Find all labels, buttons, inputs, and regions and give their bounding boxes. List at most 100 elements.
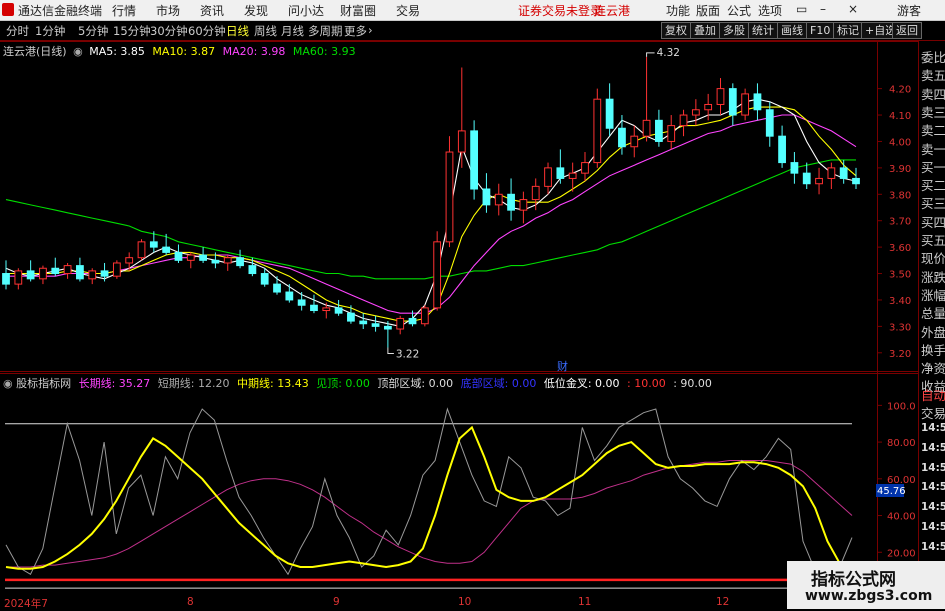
period-60min[interactable]: 60分钟 — [188, 23, 226, 39]
period-monthly[interactable]: 月线 — [281, 23, 304, 39]
date-label-dec: 12 — [716, 596, 730, 608]
price-tick-label: 4.20 — [889, 85, 911, 96]
mid-line — [5, 425, 853, 570]
high-price-label: 4.32 — [657, 47, 680, 59]
indicator-tick-label: 80.00 — [887, 438, 916, 449]
candle — [26, 260, 35, 282]
candle — [741, 88, 750, 121]
huaxian-button[interactable]: 画线 — [777, 22, 807, 39]
candle — [359, 313, 368, 330]
tick-time: 14:56 — [921, 481, 945, 494]
candle — [88, 268, 97, 285]
short-line — [5, 407, 853, 576]
price-tick-label: 3.80 — [889, 190, 911, 201]
candle — [420, 305, 429, 327]
duogu-button[interactable]: 多股 — [719, 22, 749, 39]
price-tick-label: 3.90 — [889, 164, 911, 175]
chart-area[interactable]: 4.20 4.10 4.00 3.90 3.80 3.70 3.60 3.50 3.40 3.30… — [0, 41, 918, 597]
candle — [519, 191, 528, 224]
candle — [137, 239, 146, 261]
menu-wenxiaoda[interactable]: 问小达 — [288, 2, 324, 19]
quote-panel: 委比 卖五 卖四 卖三 卖二 卖一 买一 买二 买三 买四 买五 现价 涨跌 涨幅 总量 外盘 换手 净资 收益 自动… — [918, 41, 945, 581]
tongji-button[interactable]: 统计 — [748, 22, 778, 39]
menu-gongneng[interactable]: 功能 — [666, 2, 690, 19]
minimize-icon[interactable]: – — [820, 2, 826, 16]
menu-zixun[interactable]: 资讯 — [200, 2, 224, 19]
tab-auto[interactable]: 自动 — [921, 385, 945, 404]
candle — [334, 299, 343, 316]
candle — [14, 268, 23, 290]
candle — [556, 149, 565, 184]
period-daily[interactable]: 日线 — [226, 23, 249, 39]
candle — [433, 231, 442, 311]
more-chevron-icon[interactable]: › — [368, 23, 373, 37]
candle — [790, 152, 799, 184]
tick-time: 14:56 — [921, 540, 945, 553]
candle — [691, 99, 700, 126]
fuquan-button[interactable]: 复权 — [661, 22, 691, 39]
menu-gongshi[interactable]: 公式 — [727, 2, 751, 19]
tick-time: 14:56 — [921, 441, 945, 454]
tab-trade[interactable]: 交易 — [921, 403, 945, 422]
period-30min[interactable]: 30分钟 — [150, 23, 188, 39]
ma5-line — [5, 98, 857, 327]
candle — [581, 152, 589, 182]
candle — [39, 265, 47, 285]
date-label-oct: 10 — [458, 596, 472, 608]
candle — [494, 183, 503, 216]
ma20-line — [6, 114, 857, 314]
finance-event-marker[interactable]: 财 — [557, 359, 568, 373]
long-line — [6, 460, 853, 568]
candle — [396, 315, 405, 335]
user-label[interactable]: 游客 — [897, 2, 921, 19]
candle — [236, 249, 244, 269]
period-fenshi[interactable]: 分时 — [6, 23, 29, 39]
candle — [753, 83, 762, 121]
low-marker-line — [387, 347, 394, 355]
candle — [51, 257, 60, 277]
indicator-plot — [5, 407, 853, 589]
candle — [76, 257, 84, 282]
period-15min[interactable]: 15分钟 — [113, 23, 151, 39]
indicator-tick-label: 40.00 — [887, 512, 916, 523]
menu-banmian[interactable]: 版面 — [696, 2, 720, 19]
period-more[interactable]: 更多 — [344, 23, 367, 39]
close-icon[interactable]: × — [848, 2, 858, 16]
menu-jiaoyi[interactable]: 交易 — [396, 2, 420, 19]
quote-label: 涨幅 — [921, 287, 945, 303]
quote-label: 现价 — [921, 251, 945, 267]
period-1min[interactable]: 1分钟 — [35, 23, 65, 39]
candle — [839, 159, 848, 184]
candle — [667, 115, 676, 150]
quote-label: 买二 — [921, 178, 945, 194]
biaoji-button[interactable]: 标记 — [833, 22, 863, 39]
candle — [285, 284, 294, 303]
menu-xuanxiang[interactable]: 选项 — [758, 2, 782, 19]
candle — [716, 78, 725, 116]
menu-shichang[interactable]: 市场 — [156, 2, 180, 19]
back-button[interactable]: 返回 — [892, 22, 922, 39]
quote-label: 买四 — [921, 214, 945, 230]
candle — [63, 262, 72, 279]
date-label-sep: 9 — [333, 596, 340, 608]
period-5min[interactable]: 5分钟 — [78, 23, 108, 39]
price-tick-label: 3.30 — [889, 322, 911, 333]
diejia-button[interactable]: 叠加 — [690, 22, 720, 39]
candle — [371, 315, 380, 332]
candle — [470, 120, 479, 200]
quote-label: 卖二 — [921, 123, 945, 139]
candle — [482, 173, 491, 213]
menu-caifuquan[interactable]: 财富圈 — [340, 2, 376, 19]
quote-label: 总量 — [921, 306, 945, 322]
window-icon[interactable]: ▭ — [796, 2, 807, 16]
f10-button[interactable]: F10 — [806, 22, 835, 39]
menu-faxian[interactable]: 发现 — [244, 2, 268, 19]
menu-hangqing[interactable]: 行情 — [112, 2, 136, 19]
main-price-plot — [2, 52, 860, 355]
site-watermark: 指标公式网 www.zbgs3.com — [787, 561, 945, 609]
price-tick-label: 4.10 — [889, 111, 911, 122]
period-toolbar: 分时 1分钟 5分钟 15分钟 30分钟 60分钟 日线 周线 月线 多周期 更… — [0, 21, 945, 41]
period-weekly[interactable]: 周线 — [254, 23, 277, 39]
period-multi[interactable]: 多周期 — [308, 23, 343, 39]
login-status[interactable]: 证券交易未登录 — [518, 2, 602, 19]
